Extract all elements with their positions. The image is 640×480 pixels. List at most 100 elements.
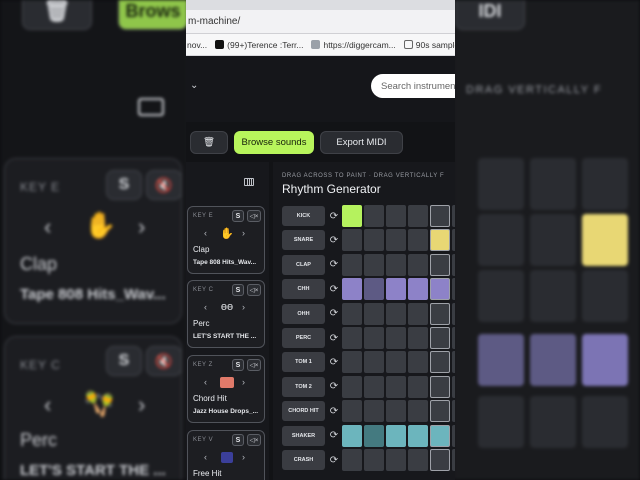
trash-button[interactable]: 🗑 — [190, 131, 228, 154]
step-cell[interactable] — [364, 449, 384, 471]
step-cell[interactable] — [364, 278, 384, 301]
step-cell[interactable] — [386, 424, 406, 447]
step-cell[interactable] — [408, 253, 428, 276]
step-cell[interactable] — [386, 375, 406, 398]
step-cell[interactable] — [386, 400, 406, 423]
loop-icon[interactable]: ⟳ — [328, 259, 340, 271]
step-cell[interactable] — [342, 229, 362, 252]
step-cell[interactable] — [364, 205, 384, 227]
step-cell[interactable] — [386, 278, 406, 301]
step-cell[interactable] — [408, 205, 428, 227]
step-cell[interactable] — [342, 205, 362, 227]
step-cell[interactable] — [408, 400, 428, 423]
step-cell[interactable] — [430, 400, 450, 423]
next-sound-icon[interactable]: › — [242, 228, 245, 238]
track-button-shaker[interactable]: SHAKER — [282, 425, 325, 446]
next-sound-icon[interactable]: › — [242, 377, 245, 387]
prev-sound-icon[interactable]: ‹ — [204, 228, 207, 238]
prev-sound-icon[interactable]: ‹ — [204, 452, 207, 462]
step-cell[interactable] — [430, 278, 450, 301]
mute-icon[interactable]: ◁× — [247, 359, 261, 371]
loop-icon[interactable]: ⟳ — [328, 356, 340, 368]
step-cell[interactable] — [364, 375, 384, 398]
step-cell[interactable] — [364, 253, 384, 276]
instrument-card-clap[interactable]: KEY E S ◁× ‹ ✋ › Clap Tape 808 Hits_Wav.… — [187, 206, 265, 274]
browse-sounds-button[interactable]: Browse sounds — [234, 131, 314, 154]
track-button-ohh[interactable]: OHH — [282, 303, 325, 324]
loop-icon[interactable]: ⟳ — [328, 381, 340, 393]
step-cell[interactable] — [364, 400, 384, 423]
step-cell[interactable] — [386, 253, 406, 276]
step-cell[interactable] — [386, 229, 406, 252]
step-cell[interactable] — [342, 375, 362, 398]
step-cell[interactable] — [452, 229, 455, 252]
step-cell[interactable] — [408, 351, 428, 374]
solo-button[interactable]: S — [232, 434, 244, 446]
step-cell[interactable] — [408, 327, 428, 349]
step-cell[interactable] — [430, 253, 450, 276]
mute-icon[interactable]: ◁× — [247, 210, 261, 222]
step-cell[interactable] — [430, 375, 450, 398]
instrument-card-chord-hit[interactable]: KEY Z S ◁× ‹ › Chord Hit Jazz House Drop… — [187, 355, 265, 423]
track-button-crash[interactable]: CRASH — [282, 450, 325, 470]
track-button-perc[interactable]: PERC — [282, 328, 325, 348]
instrument-card-free-hit[interactable]: KEY V S ◁× ‹ › Free Hit — [187, 430, 265, 480]
step-cell[interactable] — [342, 424, 362, 447]
loop-icon[interactable]: ⟳ — [328, 405, 340, 417]
step-cell[interactable] — [408, 375, 428, 398]
step-cell[interactable] — [342, 302, 362, 325]
loop-icon[interactable]: ⟳ — [328, 210, 340, 222]
step-cell[interactable] — [430, 205, 450, 227]
step-cell[interactable] — [430, 302, 450, 325]
loop-icon[interactable]: ⟳ — [328, 430, 340, 442]
search-input[interactable]: Search instruments — [371, 74, 455, 98]
mute-icon[interactable]: ◁× — [247, 284, 261, 296]
step-cell[interactable] — [342, 400, 362, 423]
track-button-tom-2[interactable]: TOM 2 — [282, 376, 325, 397]
loop-icon[interactable]: ⟳ — [328, 332, 340, 344]
step-cell[interactable] — [430, 229, 450, 252]
step-cell[interactable] — [408, 449, 428, 471]
step-cell[interactable] — [452, 424, 455, 447]
step-cell[interactable] — [364, 327, 384, 349]
solo-button[interactable]: S — [232, 210, 244, 222]
solo-button[interactable]: S — [232, 284, 244, 296]
step-cell[interactable] — [452, 375, 455, 398]
step-cell[interactable] — [452, 400, 455, 423]
step-cell[interactable] — [386, 351, 406, 374]
step-cell[interactable] — [364, 424, 384, 447]
step-cell[interactable] — [342, 449, 362, 471]
step-cell[interactable] — [452, 278, 455, 301]
step-cell[interactable] — [386, 302, 406, 325]
grid-view-icon[interactable] — [244, 178, 254, 186]
step-cell[interactable] — [452, 327, 455, 349]
track-button-chord-hit[interactable]: CHORD HIT — [282, 401, 325, 422]
prev-sound-icon[interactable]: ‹ — [204, 302, 207, 312]
next-sound-icon[interactable]: › — [242, 302, 245, 312]
track-button-chh[interactable]: CHH — [282, 279, 325, 300]
step-cell[interactable] — [452, 302, 455, 325]
loop-icon[interactable]: ⟳ — [328, 234, 340, 246]
track-button-snare[interactable]: SNARE — [282, 230, 325, 251]
step-cell[interactable] — [408, 229, 428, 252]
step-cell[interactable] — [408, 278, 428, 301]
step-cell[interactable] — [452, 253, 455, 276]
step-cell[interactable] — [452, 351, 455, 374]
step-cell[interactable] — [342, 253, 362, 276]
step-cell[interactable] — [452, 449, 455, 471]
step-cell[interactable] — [452, 205, 455, 227]
loop-icon[interactable]: ⟳ — [328, 308, 340, 320]
step-cell[interactable] — [342, 278, 362, 301]
step-cell[interactable] — [430, 424, 450, 447]
chevron-down-icon[interactable]: ⌄ — [190, 80, 198, 91]
export-midi-button[interactable]: Export MIDI — [320, 131, 403, 154]
loop-icon[interactable]: ⟳ — [328, 454, 340, 466]
step-cell[interactable] — [408, 302, 428, 325]
track-button-clap[interactable]: CLAP — [282, 254, 325, 275]
solo-button[interactable]: S — [232, 359, 244, 371]
step-cell[interactable] — [386, 327, 406, 349]
step-cell[interactable] — [364, 351, 384, 374]
step-cell[interactable] — [364, 302, 384, 325]
loop-icon[interactable]: ⟳ — [328, 283, 340, 295]
step-cell[interactable] — [342, 351, 362, 374]
